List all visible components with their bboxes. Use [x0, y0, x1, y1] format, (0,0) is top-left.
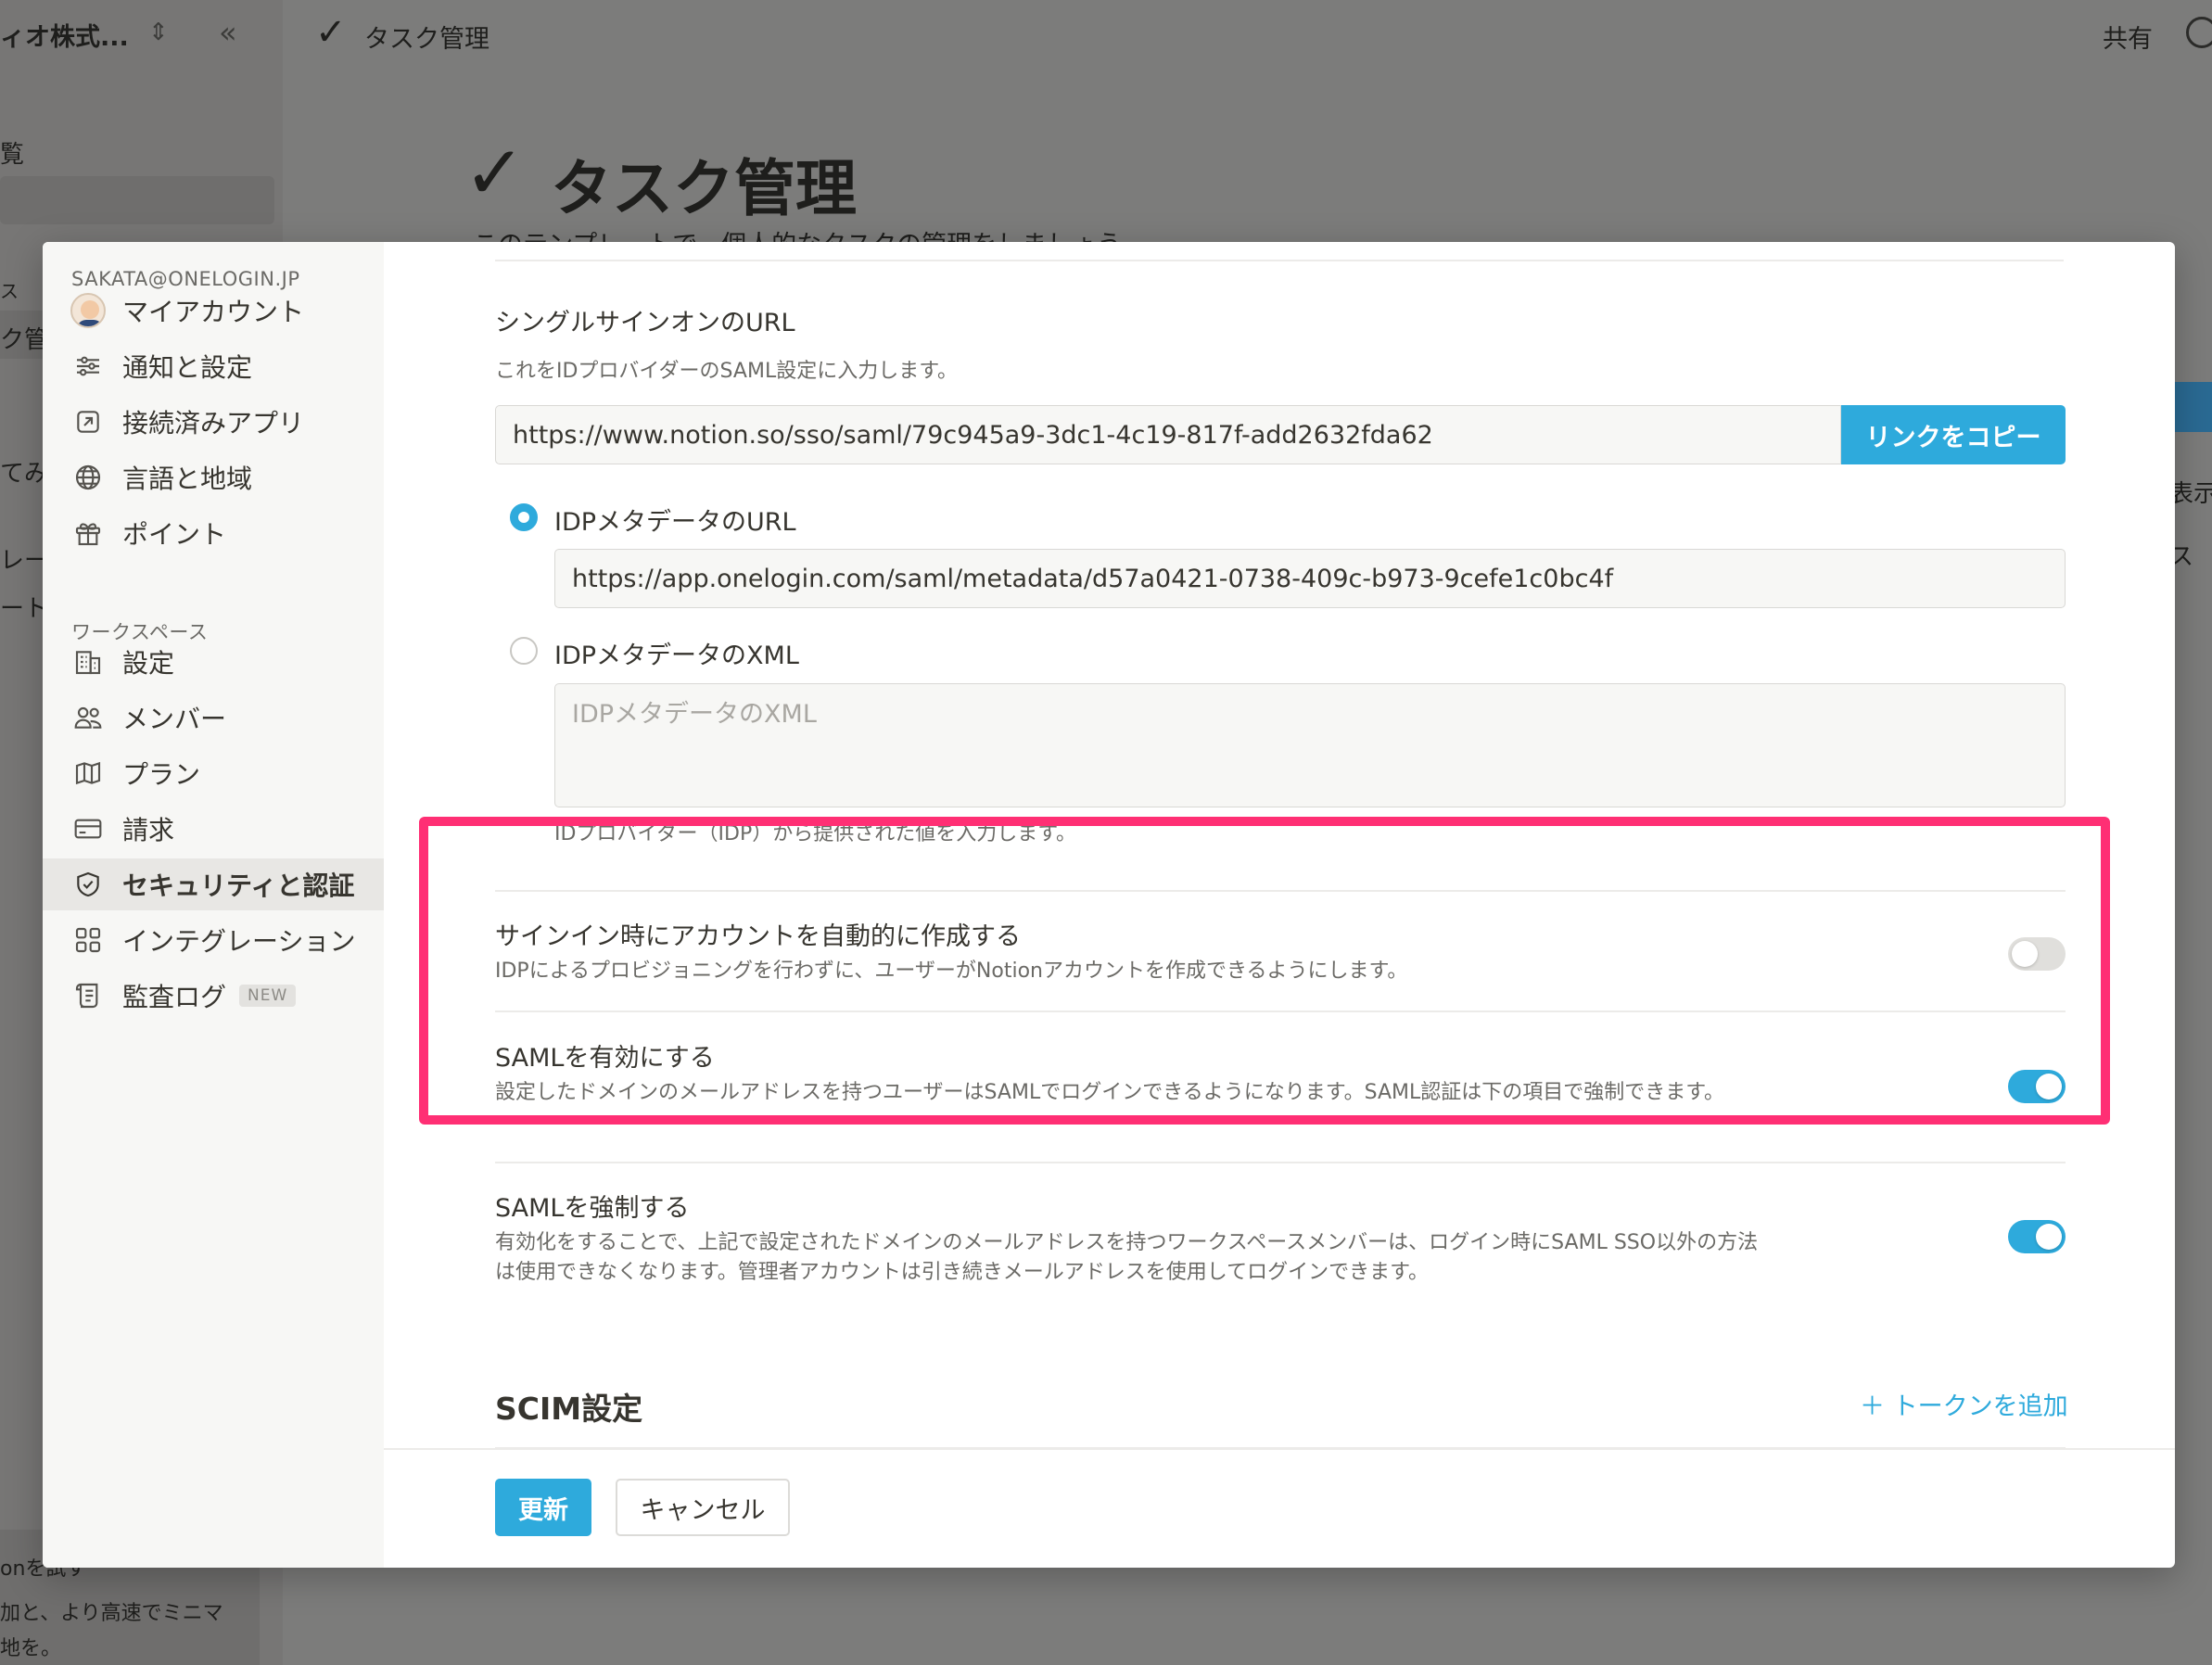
- trial-text: 加と、より高速でミニマ: [0, 1602, 223, 1625]
- globe-icon: [70, 460, 106, 495]
- sidebar-item-audit-log[interactable]: 監査ログ NEW: [43, 970, 384, 1022]
- sidebar-fragment: てみ: [0, 460, 49, 488]
- workspace-switch-icon: ⇕: [148, 19, 169, 46]
- sidebar-item-my-account[interactable]: マイアカウント: [43, 285, 384, 337]
- add-token-label: トークンを追加: [1892, 1392, 2068, 1421]
- avatar: [70, 293, 106, 328]
- sidebar-search-block: [0, 176, 274, 224]
- credit-card-icon: [70, 811, 106, 846]
- sidebar-item-label: インテグレーション: [122, 926, 356, 957]
- sidebar-item-label: 接続済みアプリ: [122, 408, 305, 438]
- sidebar-item-label: 監査ログ: [122, 982, 227, 1012]
- new-badge: NEW: [239, 985, 297, 1007]
- sliders-icon: [70, 349, 106, 384]
- sidebar-fragment: ート: [0, 595, 49, 623]
- divider: [495, 1162, 2066, 1163]
- idp-xml-radio[interactable]: [510, 637, 538, 665]
- sidebar-item-label: 設定: [122, 648, 175, 679]
- idp-metadata-url-input[interactable]: https://app.onelogin.com/saml/metadata/d…: [554, 549, 2066, 608]
- sidebar-item-label: 言語と地域: [122, 464, 253, 494]
- sso-url-title: シングルサインオンのURL: [495, 309, 795, 337]
- setting-title-enable-saml: SAMLを有効にする: [495, 1044, 715, 1073]
- scroll-icon: [70, 978, 106, 1013]
- divider: [495, 260, 2064, 261]
- idp-url-radio[interactable]: [510, 503, 538, 531]
- trial-text: 地を。: [0, 1637, 62, 1660]
- setting-desc-auto-create: IDPによるプロビジョニングを行わずに、ユーザーがNotionアカウントを作成で…: [495, 960, 1408, 983]
- setting-title-auto-create: サインイン時にアカウントを自動的に作成する: [495, 922, 1021, 951]
- cancel-button[interactable]: キャンセル: [616, 1479, 790, 1536]
- settings-content: シングルサインオンのURL これをIDプロバイダーのSAML設定に入力します。 …: [384, 242, 2175, 1568]
- idp-metadata-xml-input[interactable]: [554, 683, 2066, 807]
- external-link-icon: [70, 404, 106, 439]
- grid-icon: [70, 922, 106, 958]
- sso-url-field[interactable]: https://www.notion.so/sso/saml/79c945a9-…: [495, 405, 1841, 464]
- gift-icon: [70, 515, 106, 551]
- scim-title: SCIM設定: [495, 1391, 643, 1427]
- sidebar-item-plan[interactable]: プラン: [43, 747, 384, 799]
- settings-sidebar: SAKATA@ONELOGIN.JP マイアカウント 通知と設定 接続済みアプリ…: [43, 242, 384, 1568]
- clock-icon: [2186, 17, 2212, 48]
- sidebar-item-label: セキュリティと認証: [122, 871, 355, 901]
- idp-url-label: IDPメタデータのURL: [554, 508, 796, 537]
- sso-url-description: これをIDプロバイダーのSAML設定に入力します。: [495, 360, 959, 383]
- sidebar-fragment: ス: [0, 280, 19, 302]
- share-button: 共有: [2103, 25, 2153, 54]
- sidebar-item-label: 通知と設定: [122, 352, 253, 383]
- sidebar-item-points[interactable]: ポイント: [43, 507, 384, 559]
- sidebar-item-label: マイアカウント: [122, 297, 305, 327]
- idp-hint: IDプロバイダー（IDP）から提供された値を入力します。: [554, 822, 1077, 845]
- building-icon: [70, 644, 106, 680]
- toggle-knob: [2036, 1224, 2062, 1250]
- sidebar-item-label: ポイント: [122, 519, 227, 550]
- toggle-knob: [2012, 941, 2038, 967]
- sidebar-fragment: 覧: [0, 141, 25, 169]
- footer-divider: [384, 1448, 2175, 1450]
- enforce-saml-toggle[interactable]: [2008, 1220, 2066, 1253]
- sidebar-item-members[interactable]: メンバー: [43, 692, 384, 744]
- settings-modal: SAKATA@ONELOGIN.JP マイアカウント 通知と設定 接続済みアプリ…: [43, 242, 2175, 1568]
- shield-check-icon: [70, 867, 106, 902]
- enable-saml-toggle[interactable]: [2008, 1070, 2066, 1103]
- topbar-title: タスク管理: [364, 25, 489, 54]
- sidebar-item-connected-apps[interactable]: 接続済みアプリ: [43, 396, 384, 448]
- auto-create-toggle[interactable]: [2008, 937, 2066, 971]
- sidebar-fragment: ク管: [0, 326, 49, 354]
- page-check-icon: ✓: [464, 130, 527, 216]
- sidebar-item-label: メンバー: [122, 704, 227, 734]
- sidebar-item-security[interactable]: セキュリティと認証: [43, 858, 384, 910]
- setting-desc-enable-saml: 設定したドメインのメールアドレスを持つユーザーはSAMLでログインできるようにな…: [495, 1081, 1725, 1104]
- divider: [495, 1010, 2066, 1012]
- sidebar-item-settings[interactable]: 設定: [43, 636, 384, 688]
- map-icon: [70, 756, 106, 791]
- copy-link-button[interactable]: リンクをコピー: [1841, 405, 2066, 464]
- idp-xml-label: IDPメタデータのXML: [554, 642, 799, 670]
- collapse-sidebar-icon: «: [219, 15, 237, 50]
- people-icon: [70, 700, 106, 735]
- setting-desc-enforce-saml: 有効化をすることで、上記で設定されたドメインのメールアドレスを持つワークスペース…: [495, 1231, 1759, 1284]
- toggle-knob: [2036, 1074, 2062, 1099]
- sidebar-item-integrations[interactable]: インテグレーション: [43, 914, 384, 966]
- page-check-icon: ✓: [315, 11, 347, 54]
- page-title: タスク管理: [551, 153, 857, 224]
- divider: [495, 890, 2066, 892]
- workspace-name: ィオ株式...: [0, 23, 129, 52]
- sidebar-item-label: 請求: [122, 815, 175, 845]
- sidebar-item-language[interactable]: 言語と地域: [43, 451, 384, 503]
- sidebar-item-notifications[interactable]: 通知と設定: [43, 340, 384, 392]
- add-token-button[interactable]: ＋ トークンを追加: [1860, 1386, 2068, 1422]
- sidebar-fragment: レー: [0, 547, 49, 575]
- sidebar-item-label: プラン: [122, 759, 201, 790]
- background-fragment: 表示: [2169, 480, 2212, 508]
- update-button[interactable]: 更新: [495, 1479, 591, 1536]
- setting-title-enforce-saml: SAMLを強制する: [495, 1194, 690, 1223]
- plus-icon: ＋: [1860, 1392, 1893, 1421]
- sidebar-item-billing[interactable]: 請求: [43, 803, 384, 855]
